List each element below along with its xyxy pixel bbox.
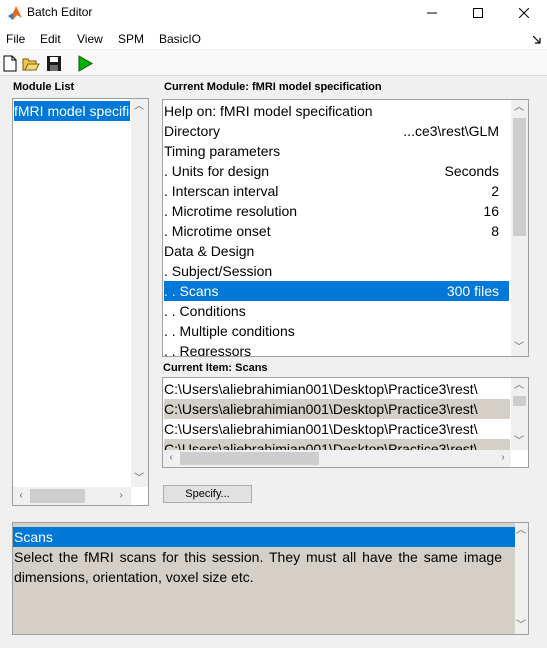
module-vscroll[interactable]: ︿ ﹀ [511, 100, 528, 356]
menu-view[interactable]: View [77, 32, 103, 46]
scroll-right-icon[interactable]: › [113, 488, 129, 504]
window-title: Batch Editor [27, 5, 93, 19]
file-hscroll[interactable]: ‹ › [163, 450, 511, 467]
vscroll-thumb[interactable] [513, 396, 526, 406]
file-row[interactable]: C:\Users\aliebrahimian001\Desktop\Practi… [164, 419, 510, 439]
maximize-icon [473, 8, 483, 18]
toolbar [0, 50, 547, 76]
module-list-item[interactable]: fMRI model specification [14, 101, 130, 121]
module-row[interactable]: . Subject/Session [164, 261, 509, 281]
scroll-up-icon[interactable]: ︿ [511, 378, 527, 394]
new-file-icon[interactable] [1, 55, 19, 72]
current-module-list[interactable]: Help on: fMRI model specification Directo… [162, 99, 529, 357]
module-row[interactable]: Help on: fMRI model specification [164, 101, 509, 121]
matlab-icon [8, 6, 22, 20]
module-row-label: Directory [164, 123, 221, 139]
menu-bar: File Edit View SPM BasicIO [0, 26, 547, 50]
title-bar: Batch Editor [0, 0, 547, 26]
specify-button[interactable]: Specify... [163, 485, 252, 503]
dock-arrow-icon[interactable] [532, 34, 542, 44]
module-row[interactable]: Data & Design [164, 241, 509, 261]
module-row-label: . Units for design [164, 163, 270, 179]
module-row-label: Help on: fMRI model specification [164, 103, 373, 119]
menu-spm[interactable]: SPM [118, 32, 144, 46]
module-list[interactable]: fMRI model specification ︿ ﹀ ‹ › [12, 98, 149, 506]
vscroll-thumb[interactable] [513, 118, 526, 236]
module-row-label: . . Multiple conditions [164, 323, 295, 339]
module-row-label: . . Conditions [164, 303, 246, 319]
maximize-button[interactable] [455, 0, 501, 26]
close-icon [519, 8, 529, 18]
scroll-up-icon[interactable]: ︿ [511, 100, 527, 116]
module-row-value: 2 [491, 183, 499, 199]
module-row-label: Timing parameters [164, 143, 281, 159]
module-row-label: . Interscan interval [164, 183, 279, 199]
module-row-label: . Microtime resolution [164, 203, 298, 219]
current-module-label: Current Module: fMRI model specification [164, 81, 382, 93]
help-title: Scans [13, 527, 515, 547]
module-row-label: . Subject/Session [164, 263, 273, 279]
close-button[interactable] [501, 0, 547, 26]
module-row-value: 16 [483, 203, 499, 219]
module-row[interactable]: . . Regressors [164, 341, 509, 357]
module-row-label: . Microtime onset [164, 223, 271, 239]
help-panel: Scans Select the fMRI scans for this ses… [12, 522, 529, 635]
menu-basicio[interactable]: BasicIO [159, 32, 201, 46]
open-folder-icon[interactable] [22, 55, 40, 72]
module-row[interactable]: . Units for design Seconds [164, 161, 509, 181]
minimize-icon [427, 12, 437, 14]
scroll-left-icon[interactable]: ‹ [163, 450, 179, 466]
module-list-label: Module List [13, 81, 75, 93]
module-row-label: . . Regressors [164, 343, 252, 357]
minimize-button[interactable] [409, 0, 455, 26]
scroll-down-icon[interactable]: ﹀ [511, 434, 527, 450]
module-row-value: Seconds [444, 163, 499, 179]
file-path: C:\Users\aliebrahimian001\Desktop\Practi… [164, 401, 478, 417]
module-row[interactable]: . . Multiple conditions [164, 321, 509, 341]
module-row-value: 8 [491, 223, 499, 239]
module-row[interactable]: Timing parameters [164, 141, 509, 161]
save-icon[interactable] [45, 55, 63, 72]
scroll-up-icon[interactable]: ︿ [131, 99, 147, 115]
scroll-right-icon[interactable]: › [495, 450, 511, 466]
run-icon[interactable] [76, 55, 94, 72]
scroll-down-icon[interactable]: ﹀ [513, 618, 528, 634]
help-vscroll[interactable]: ︿ ﹀ [515, 523, 528, 634]
module-row[interactable]: . Microtime onset 8 [164, 221, 509, 241]
menu-file[interactable]: File [6, 32, 25, 46]
file-path: C:\Users\aliebrahimian001\Desktop\Practi… [164, 381, 478, 397]
module-row-label: . . Scans [164, 283, 219, 299]
module-row-label: Data & Design [164, 243, 255, 259]
current-item-label: Current Item: Scans [163, 362, 268, 374]
hscroll-thumb[interactable] [30, 489, 85, 503]
module-row[interactable]: . . Scans 300 files [164, 281, 509, 301]
module-row[interactable]: Directory ...ce3\rest\GLM [164, 121, 509, 141]
file-path: C:\Users\aliebrahimian001\Desktop\Practi… [164, 421, 478, 437]
file-row[interactable]: C:\Users\aliebrahimian001\Desktop\Practi… [164, 399, 510, 419]
scroll-up-icon[interactable]: ︿ [513, 523, 528, 539]
module-row-value: ...ce3\rest\GLM [403, 123, 499, 139]
module-row[interactable]: . . Conditions [164, 301, 509, 321]
module-row[interactable]: . Interscan interval 2 [164, 181, 509, 201]
menu-edit[interactable]: Edit [40, 32, 61, 46]
hscroll-thumb[interactable] [180, 452, 319, 465]
module-row-value: 300 files [446, 283, 499, 299]
current-item-list[interactable]: C:\Users\aliebrahimian001\Desktop\Practi… [162, 377, 529, 468]
scroll-down-icon[interactable]: ﹀ [511, 340, 527, 356]
module-list-vscroll[interactable]: ︿ ﹀ [131, 99, 148, 487]
scroll-left-icon[interactable]: ‹ [13, 488, 29, 504]
file-vscroll[interactable]: ︿ ﹀ [511, 378, 528, 450]
help-text: Select the fMRI scans for this session. … [14, 549, 502, 585]
file-row[interactable]: C:\Users\aliebrahimian001\Desktop\Practi… [164, 379, 510, 399]
module-list-hscroll[interactable]: ‹ › [13, 487, 131, 505]
scroll-down-icon[interactable]: ﹀ [131, 471, 147, 487]
module-row[interactable]: . Microtime resolution 16 [164, 201, 509, 221]
